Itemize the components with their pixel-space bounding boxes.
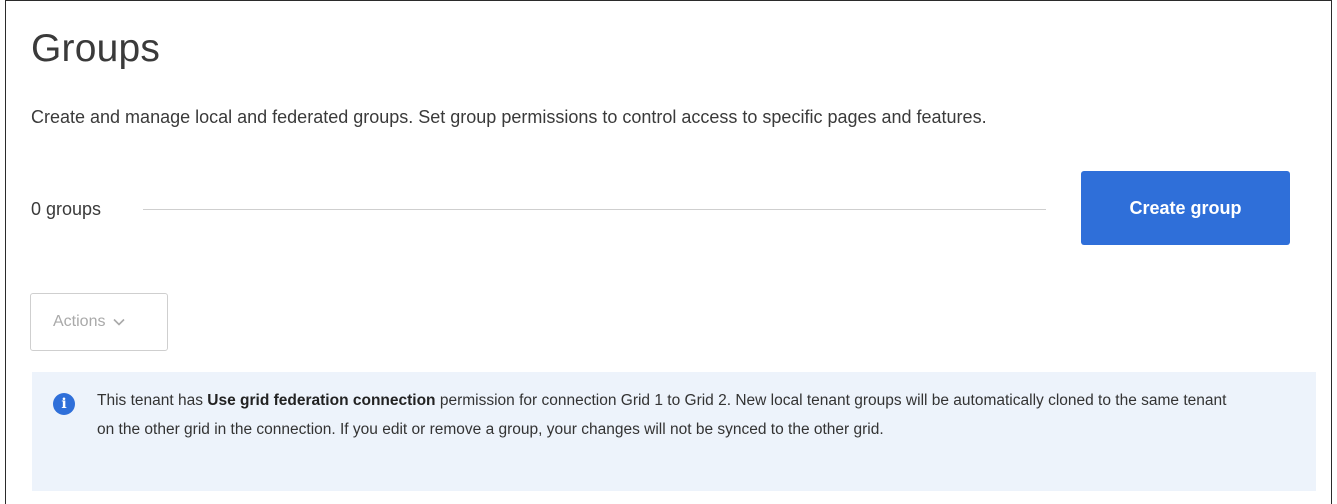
page-description: Create and manage local and federated gr…	[31, 107, 987, 127]
page-title: Groups	[31, 27, 161, 70]
page-frame: Groups Create and manage local and feder…	[5, 0, 1332, 504]
notice-permission-name: Use grid federation connection	[207, 392, 436, 409]
actions-label: Actions	[53, 313, 106, 330]
create-group-button[interactable]: Create group	[1081, 171, 1290, 245]
info-icon: i	[53, 393, 75, 415]
notice-text: This tenant has Use grid federation conn…	[97, 386, 1247, 444]
count-divider	[143, 209, 1046, 210]
notice-text-before: This tenant has	[97, 392, 208, 409]
groups-count: 0 groups	[31, 199, 102, 219]
federation-notice: i This tenant has Use grid federation co…	[32, 372, 1316, 491]
actions-dropdown[interactable]: Actions	[30, 293, 168, 351]
chevron-down-icon	[113, 318, 126, 326]
